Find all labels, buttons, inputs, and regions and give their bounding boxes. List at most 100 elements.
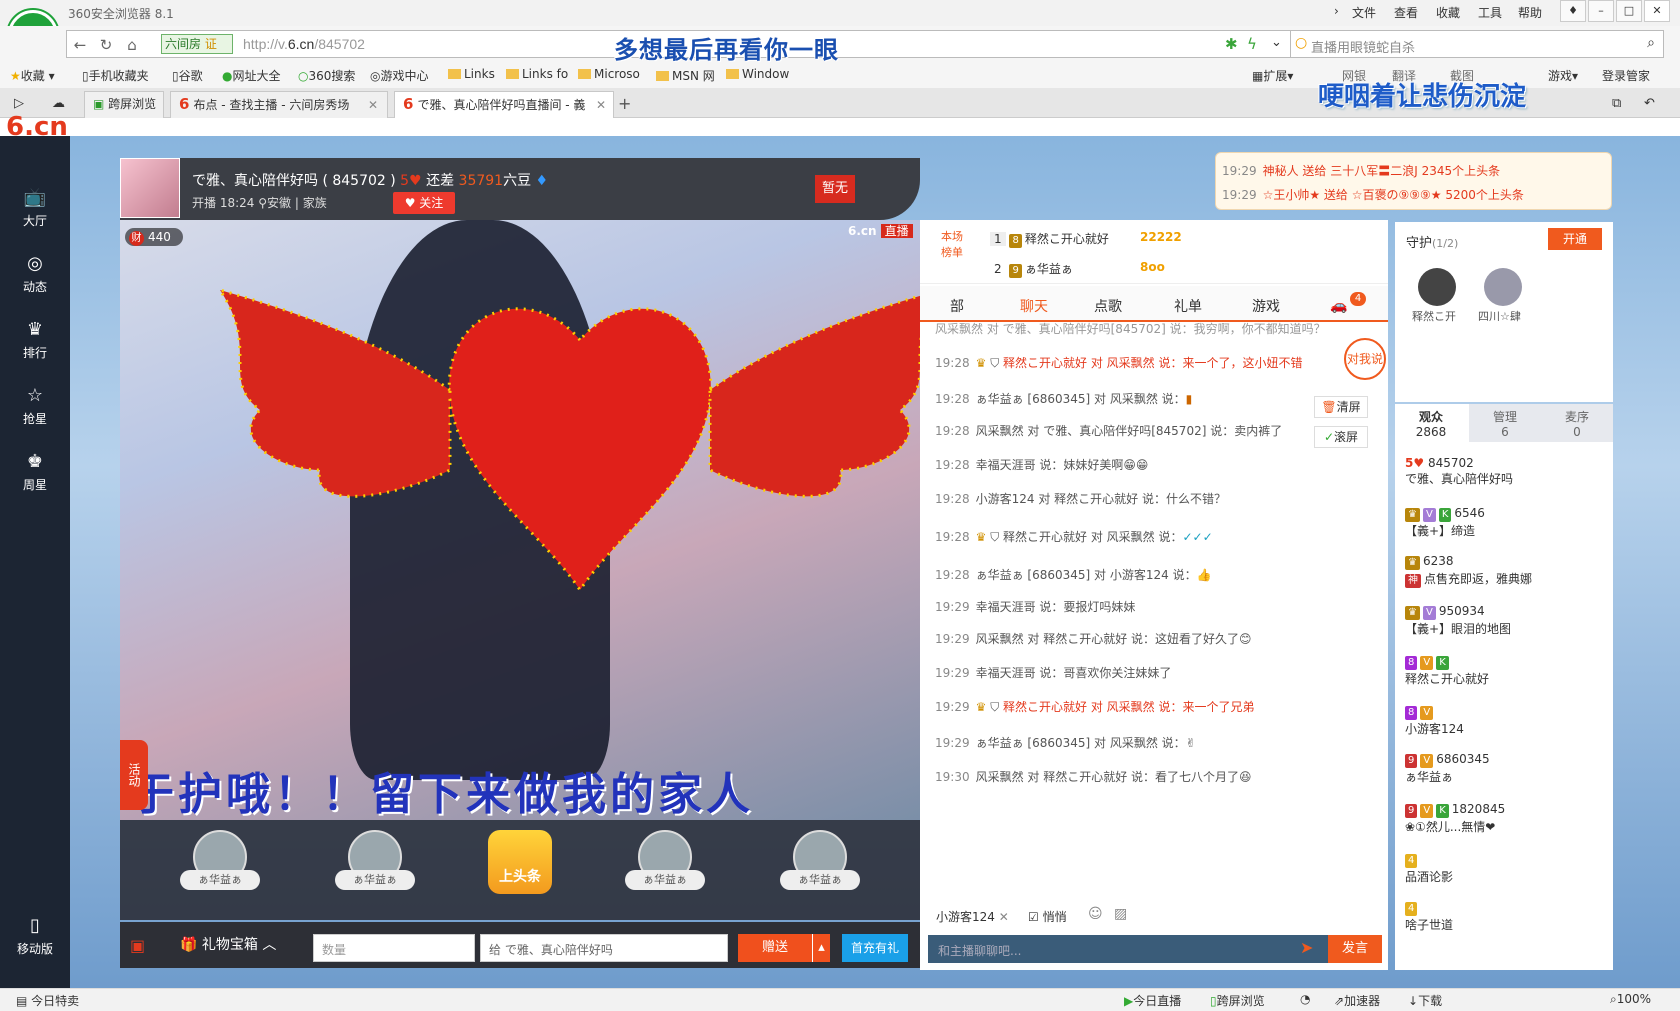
send-arrow-icon[interactable]: ➤ <box>1300 938 1313 957</box>
audience-item[interactable]: 9 V 6860345 ぁ华益ぁ <box>1405 752 1490 785</box>
chat-message[interactable]: 19:28 ぁ华益ぁ [6860345] 对 风采飘然 说：▮ <box>935 390 1375 407</box>
home-icon[interactable]: ⌂ <box>121 34 143 56</box>
status-cross-screen[interactable]: ▯跨屏浏览 <box>1210 992 1265 1009</box>
bookmark-mobile[interactable]: ▯手机收藏夹 <box>82 67 149 84</box>
wallet-icon[interactable]: ▣ <box>130 936 145 955</box>
search-input[interactable]: ○ 直播用眼镜蛇自杀 ⌕ <box>1290 30 1664 58</box>
sidebar-toggle-icon[interactable]: ▷ <box>14 96 24 111</box>
cloud-icon[interactable]: ☁ <box>52 96 65 111</box>
nav-feed[interactable]: ◎ 动态 <box>0 244 70 308</box>
dropdown-icon[interactable]: ▴ <box>812 934 830 962</box>
tool-login[interactable]: 登录管家 <box>1602 67 1650 84</box>
nav-grab-star[interactable]: ☆ 抢星 <box>0 376 70 440</box>
bookmark-360search[interactable]: ○360搜索 <box>298 67 355 84</box>
site-badge[interactable]: 六间房 证 <box>161 34 233 54</box>
nav-hall[interactable]: 📺 大厅 <box>0 178 70 242</box>
chat-input[interactable]: 和主播聊聊吧... <box>928 935 1328 963</box>
car-icon[interactable]: 🚗 <box>1330 298 1347 314</box>
headline-button[interactable]: 上头条 <box>488 830 552 894</box>
bookmark-links[interactable]: Links <box>448 67 495 81</box>
audience-item[interactable]: ♛ V 950934 【義+】眼泪的地图 <box>1405 604 1511 637</box>
clear-screen-button[interactable]: 🗑清屏 <box>1314 396 1368 418</box>
audience-item[interactable]: ♛ 6238 神点售充即返，雅典娜 <box>1405 554 1532 588</box>
maximize-button[interactable]: □ <box>1616 0 1642 22</box>
status-accelerator[interactable]: ⇗加速器 <box>1334 992 1380 1009</box>
recipient-select[interactable]: 给 で雅、真心陪伴好吗 <box>480 934 728 962</box>
chat-message[interactable]: 19:29 ぁ华益ぁ [6860345] 对 风采飘然 说：✌ <box>935 734 1375 751</box>
audience-item[interactable]: 4 品酒论影 <box>1405 852 1453 885</box>
chat-target-user[interactable]: 小游客124 ✕ <box>936 908 1009 925</box>
new-tab-icon[interactable]: + <box>618 94 631 113</box>
image-icon[interactable]: ▨ <box>1114 906 1127 922</box>
send-gift-button[interactable]: 赠送 ▴ <box>738 934 830 962</box>
gift-box-toggle[interactable]: 🎁 礼物宝箱 ︿ <box>180 934 276 954</box>
rank-row[interactable]: 1 8 释然こ开心就好 22222 <box>990 230 1182 248</box>
nav-mobile[interactable]: ▯ 移动版 <box>0 906 70 970</box>
bookmark-window[interactable]: Window <box>726 67 789 81</box>
chat-message[interactable]: 风采飘然 对 で雅、真心陪伴好吗[845702] 说：我穷啊，你不都知道吗？ <box>935 320 1375 337</box>
chat-message[interactable]: 19:28 ♛ ⛉ 释然こ开心就好 对 风采飘然 说：✓✓✓ <box>935 528 1375 545</box>
menu-view[interactable]: 查看 <box>1394 4 1418 21</box>
activity-tab[interactable]: 活动 <box>120 740 148 810</box>
url-field[interactable]: http://v.6.cn/845702 <box>243 36 365 52</box>
chat-message[interactable]: 19:29 幸福天涯哥 说：要报灯吗妹妹 <box>935 598 1375 615</box>
tab-games[interactable]: 游戏 <box>1252 296 1280 316</box>
chat-message[interactable]: 19:30 风采飘然 对 释然こ开心就好 说：看了七八个月了😆 <box>935 768 1375 785</box>
bookmark-google[interactable]: ▯谷歌 <box>172 67 203 84</box>
restore-icon[interactable]: ⧉ <box>1612 96 1621 111</box>
skin-icon[interactable]: ♦ <box>1560 0 1586 22</box>
emoji-icon[interactable]: ☺ <box>1088 906 1103 922</box>
tab-chat[interactable]: 聊天 <box>1020 296 1048 316</box>
tool-extend[interactable]: ▦扩展▾ <box>1252 67 1293 84</box>
audience-item[interactable]: 5♥ 845702 で雅、真心陪伴好吗 <box>1405 456 1513 487</box>
follow-button[interactable]: ♥ 关注 <box>393 192 455 214</box>
lightning-icon[interactable]: ϟ <box>1247 35 1257 53</box>
rank-row[interactable]: 2 9 ぁ华益ぁ 8oo <box>990 260 1165 278</box>
bookmark-microso[interactable]: Microso <box>578 67 640 81</box>
gift-token[interactable]: ぁ华益ぁ <box>620 830 710 904</box>
tab-crossscreen[interactable]: ▣ 跨屏浏览 <box>84 91 164 118</box>
close-tab-icon[interactable]: ✕ <box>368 98 378 112</box>
notice-item[interactable]: 19:29 ☆王小帅★ 送给 ☆百褒の⑨⑨⑨★ 5200个上头条 <box>1222 186 1524 203</box>
tab-admins[interactable]: 管理 6 <box>1469 404 1541 442</box>
back-icon[interactable]: ← <box>69 34 91 56</box>
guard-avatar[interactable] <box>1484 268 1522 306</box>
tab-audience[interactable]: 观众 2868 <box>1395 404 1467 442</box>
chat-message[interactable]: 19:28 风采飘然 对 で雅、真心陪伴好吗[845702] 说：卖内裤了 <box>935 422 1375 439</box>
chat-message[interactable]: 19:29 幸福天涯哥 说：哥喜欢你关注妹妹了 <box>935 664 1375 681</box>
audience-item[interactable]: 8 V 小游客124 <box>1405 704 1464 737</box>
bookmark-hao[interactable]: ●网址大全 <box>222 67 281 84</box>
minimize-button[interactable]: – <box>1588 0 1614 22</box>
status-accel[interactable]: ◔ <box>1300 992 1310 1006</box>
menu-tools[interactable]: 工具 <box>1478 4 1502 21</box>
gift-token[interactable]: ぁ华益ぁ <box>775 830 865 904</box>
close-button[interactable]: ✕ <box>1644 0 1670 22</box>
status-today-live[interactable]: ▶今日直播 <box>1124 992 1181 1009</box>
chat-message[interactable]: 19:28 小游客124 对 释然こ开心就好 说：什么不错？ <box>935 490 1375 507</box>
scroll-screen-button[interactable]: ✓滚屏 <box>1314 426 1368 448</box>
tool-game[interactable]: 游戏▾ <box>1548 67 1578 84</box>
bookmark-linksfo[interactable]: Links fo <box>506 67 568 81</box>
bookmark-msn[interactable]: MSN 网 <box>656 67 715 84</box>
search-engine-icon[interactable]: ○ <box>1295 35 1307 51</box>
first-pay-button[interactable]: 首充有礼 <box>842 934 908 962</box>
tab-gift-list[interactable]: 礼单 <box>1174 296 1202 316</box>
tab-queue[interactable]: 麦序 0 <box>1541 404 1613 442</box>
tab-song[interactable]: 点歌 <box>1094 296 1122 316</box>
tab-search-host[interactable]: 6 布点 - 查找主播 - 六间房秀场 <box>170 91 388 118</box>
talk-to-me-button[interactable]: 对我说 <box>1344 338 1386 380</box>
audience-item[interactable]: ♛ V K 6546 【義+】缔造 <box>1405 506 1485 539</box>
status-zoom[interactable]: ⌕100% <box>1610 992 1651 1007</box>
status-download[interactable]: ↓下载 <box>1408 992 1442 1009</box>
streamer-avatar[interactable] <box>120 158 180 218</box>
speed-icon[interactable]: ✱ <box>1225 35 1238 53</box>
undo-icon[interactable]: ↶ <box>1644 96 1655 111</box>
rank-label[interactable]: 本场榜单 <box>938 228 966 260</box>
nav-week-star[interactable]: ♚ 周星 <box>0 442 70 506</box>
tab-live-room[interactable]: 6 で雅、真心陪伴好吗直播间 - 義 <box>394 91 614 118</box>
today-deals[interactable]: ▤ 今日特卖 <box>16 992 79 1009</box>
chat-message[interactable]: 19:29 风采飘然 对 释然こ开心就好 说：这妞看了好久了😊 <box>935 630 1375 647</box>
audience-item[interactable]: 4 啥子世道 <box>1405 900 1453 933</box>
audience-item[interactable]: 8 V K 释然こ开心就好 <box>1405 654 1489 687</box>
search-icon[interactable]: ⌕ <box>1647 35 1655 51</box>
